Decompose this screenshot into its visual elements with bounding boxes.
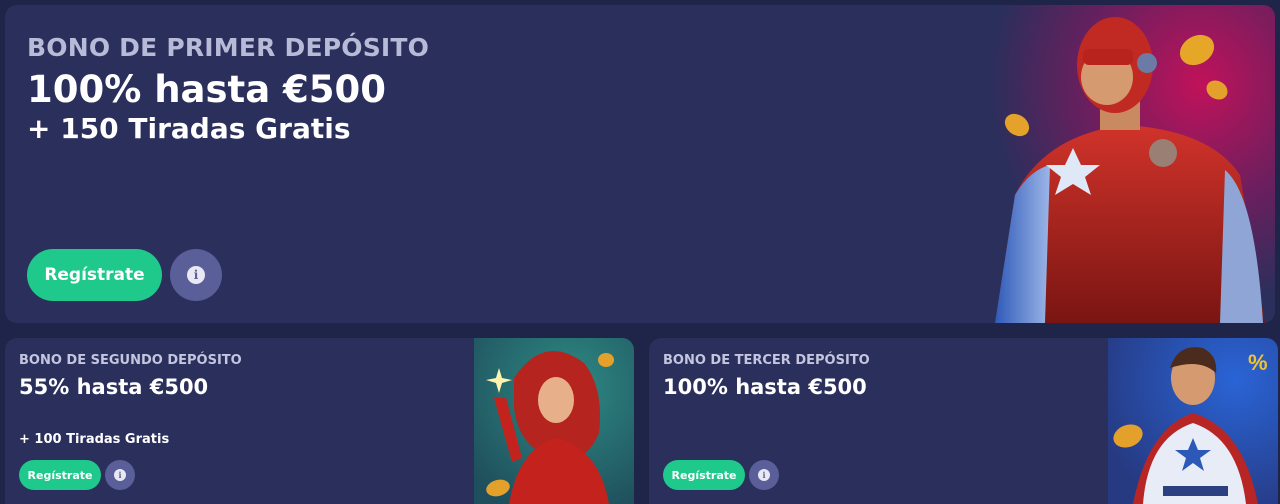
first-deposit-free-spins: + 150 Tiradas Gratis bbox=[27, 112, 351, 145]
register-button[interactable]: Regístrate bbox=[663, 460, 745, 490]
heroine-illustration bbox=[474, 338, 634, 504]
percent-badge: % bbox=[1248, 350, 1268, 375]
second-deposit-bonus-card: BONO DE SEGUNDO DEPÓSITO 55% hasta €500 … bbox=[5, 338, 634, 504]
third-deposit-bonus-card: BONO DE TERCER DEPÓSITO 100% hasta €500 … bbox=[649, 338, 1278, 504]
third-deposit-kicker: BONO DE TERCER DEPÓSITO bbox=[663, 353, 870, 368]
register-button[interactable]: Regístrate bbox=[27, 249, 162, 301]
info-icon: i bbox=[187, 266, 205, 284]
first-deposit-headline: 100% hasta €500 bbox=[27, 68, 387, 111]
second-deposit-free-spins: + 100 Tiradas Gratis bbox=[19, 432, 170, 447]
first-deposit-bonus-card: BONO DE PRIMER DEPÓSITO 100% hasta €500 … bbox=[5, 5, 1275, 323]
third-deposit-title: 100% hasta €500 bbox=[663, 375, 867, 399]
superhero-illustration bbox=[975, 5, 1275, 323]
first-deposit-kicker: BONO DE PRIMER DEPÓSITO bbox=[27, 33, 430, 62]
info-icon: i bbox=[114, 469, 126, 481]
register-button[interactable]: Regístrate bbox=[19, 460, 101, 490]
info-button[interactable]: i bbox=[749, 460, 779, 490]
info-icon: i bbox=[758, 469, 770, 481]
info-button[interactable]: i bbox=[170, 249, 222, 301]
hero-illustration: % bbox=[1108, 338, 1278, 504]
info-button[interactable]: i bbox=[105, 460, 135, 490]
second-deposit-title: 55% hasta €500 bbox=[19, 375, 209, 399]
second-deposit-kicker: BONO DE SEGUNDO DEPÓSITO bbox=[19, 353, 242, 368]
